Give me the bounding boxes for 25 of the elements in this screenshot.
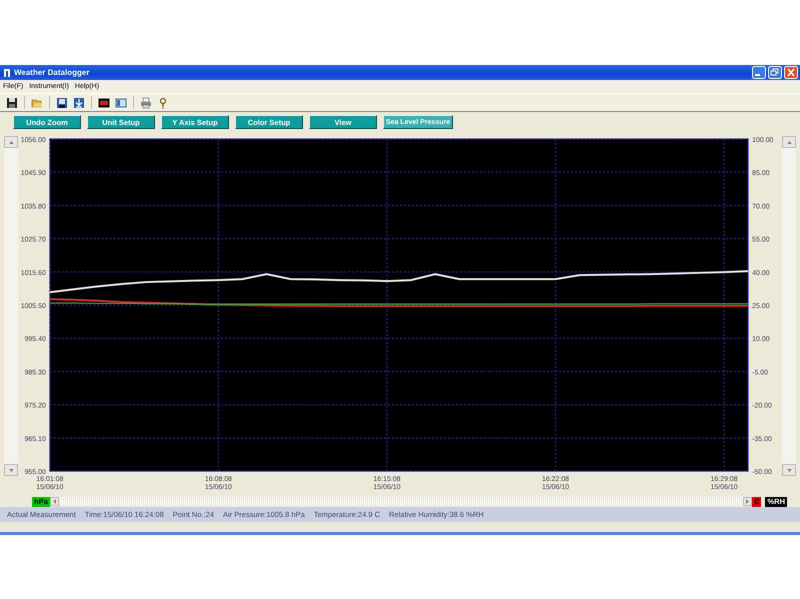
minimize-button[interactable] (752, 66, 766, 79)
scroll-up-button[interactable] (782, 136, 796, 148)
app-icon (3, 68, 11, 77)
scrollbar[interactable] (4, 136, 18, 476)
download-icon[interactable] (72, 96, 86, 110)
window-title: Weather Datalogger (14, 68, 90, 77)
scrollbar[interactable] (782, 136, 796, 476)
floppy-icon[interactable] (55, 96, 69, 110)
display-icon[interactable] (97, 96, 111, 110)
up-arrow-icon (8, 140, 14, 144)
save-icon[interactable] (5, 96, 19, 110)
down-arrow-icon (8, 468, 14, 472)
scroll-right-button[interactable] (743, 497, 752, 506)
up-arrow-icon (786, 140, 792, 144)
down-arrow-icon (786, 468, 792, 472)
printer-icon[interactable] (139, 96, 153, 110)
scroll-down-button[interactable] (782, 464, 796, 476)
panels-icon[interactable] (114, 96, 128, 110)
scroll-down-button[interactable] (4, 464, 18, 476)
restore-button[interactable] (768, 66, 782, 79)
right-arrow-icon (746, 499, 750, 504)
left-arrow-icon (52, 499, 56, 504)
scroll-up-button[interactable] (4, 136, 18, 148)
scrollbar[interactable] (50, 497, 752, 506)
close-button[interactable] (784, 66, 798, 79)
